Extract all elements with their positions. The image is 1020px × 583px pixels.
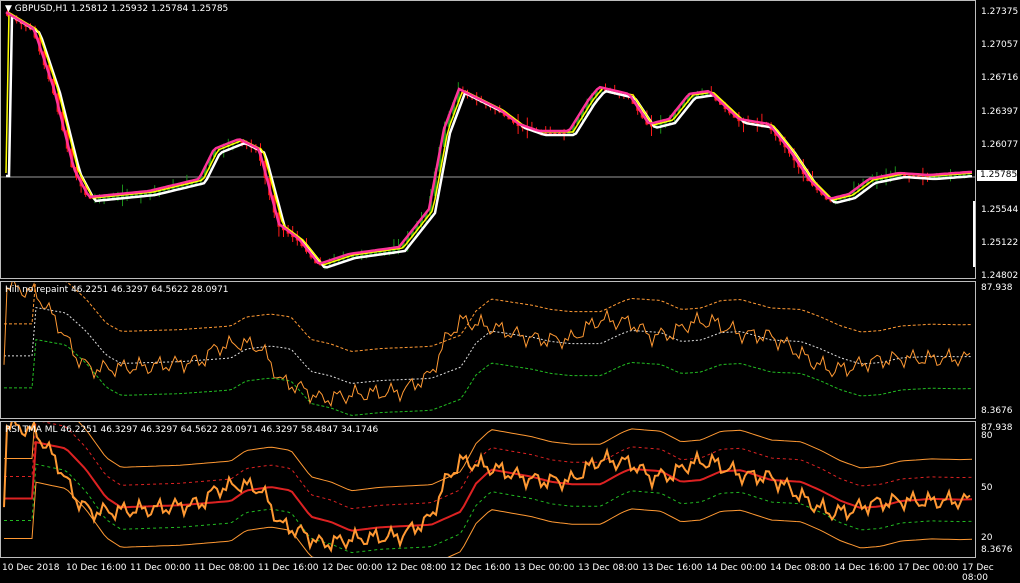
time-label: 13 Dec 16:00 — [642, 563, 703, 573]
rsi-label: RSI TMA ML 46.2251 46.3297 46.3297 64.56… — [5, 425, 379, 435]
hill-middle-band — [4, 307, 972, 384]
rsi-tma-canvas — [3, 422, 973, 557]
time-label: 11 Dec 16:00 — [258, 563, 319, 573]
time-label: 11 Dec 08:00 — [194, 563, 255, 573]
symbol-line: GBPUSD,H1 1.25812 1.25932 1.25784 1.2578… — [14, 4, 229, 14]
price-tick-label: 1.26716 — [981, 73, 1019, 83]
time-axis[interactable]: 10 Dec 2018 10 Dec 16:00 11 Dec 00:00 11… — [0, 558, 1020, 583]
price-tick-label: 1.25544 — [981, 205, 1019, 215]
time-label: 17 Dec 08:00 — [962, 563, 994, 583]
time-label: 11 Dec 00:00 — [130, 563, 191, 573]
hill-line — [3, 282, 971, 408]
price-tick-label: 1.26397 — [981, 107, 1019, 117]
symbol-arrow-icon: ▼ — [5, 4, 12, 14]
symbol-info: ▼ GBPUSD,H1 1.25812 1.25932 1.25784 1.25… — [5, 4, 228, 14]
ma-white-line — [6, 14, 973, 269]
price-tick-label: 1.27057 — [981, 40, 1019, 50]
price-chart-pane[interactable]: ▼ GBPUSD,H1 1.25812 1.25932 1.25784 1.25… — [0, 0, 976, 279]
ma-yellow-line — [5, 11, 973, 266]
time-label: 17 Dec 00:00 — [898, 563, 959, 573]
hill-indicator-pane[interactable]: Hill no repaint 46.2251 46.3297 64.5622 … — [0, 281, 976, 419]
price-chart-canvas — [1, 8, 975, 270]
price-tick-label: 1.27375 — [981, 7, 1019, 17]
rsi-level-label: 20 — [981, 533, 993, 543]
current-price-tag: 1.25785 — [977, 170, 1017, 181]
hill-max-label: 87.938 — [981, 283, 1013, 293]
ma-pink-line — [5, 11, 972, 265]
rsi-lower-inner-band — [4, 463, 973, 554]
hill-min-label: 8.3676 — [981, 406, 1013, 416]
time-label: 12 Dec 08:00 — [386, 563, 447, 573]
price-tick-label: 1.25122 — [981, 238, 1019, 248]
time-label: 10 Dec 2018 — [2, 563, 60, 573]
rsi-tma-line — [4, 440, 973, 532]
rsi-tma-pane[interactable]: RSI TMA ML 46.2251 46.3297 46.3297 64.56… — [0, 421, 976, 558]
price-tick-label: 1.26077 — [981, 140, 1019, 150]
time-label: 14 Dec 16:00 — [834, 563, 895, 573]
scroll-marker — [973, 201, 975, 267]
hill-indicator-canvas — [3, 282, 972, 416]
time-label: 14 Dec 00:00 — [706, 563, 767, 573]
time-label: 12 Dec 00:00 — [322, 563, 383, 573]
rsi-min-label: 8.3676 — [981, 545, 1013, 555]
time-label: 13 Dec 00:00 — [514, 563, 575, 573]
hill-axis: 87.938 8.3676 — [976, 281, 1020, 419]
hill-label: Hill no repaint 46.2251 46.3297 64.5622 … — [5, 285, 229, 295]
time-label: 13 Dec 08:00 — [578, 563, 639, 573]
price-axis[interactable]: 1.27375 1.27057 1.26716 1.26397 1.26077 … — [976, 0, 1020, 281]
time-label: 12 Dec 16:00 — [450, 563, 511, 573]
price-tick-label: 1.24802 — [981, 271, 1019, 281]
hill-lower-band — [4, 339, 972, 416]
rsi-axis: 87.938 80 50 20 8.3676 — [976, 421, 1020, 558]
rsi-level-label: 50 — [981, 483, 993, 493]
time-label: 14 Dec 08:00 — [770, 563, 831, 573]
time-label: 10 Dec 16:00 — [66, 563, 127, 573]
rsi-line — [3, 422, 971, 554]
rsi-level-label: 80 — [981, 431, 993, 441]
